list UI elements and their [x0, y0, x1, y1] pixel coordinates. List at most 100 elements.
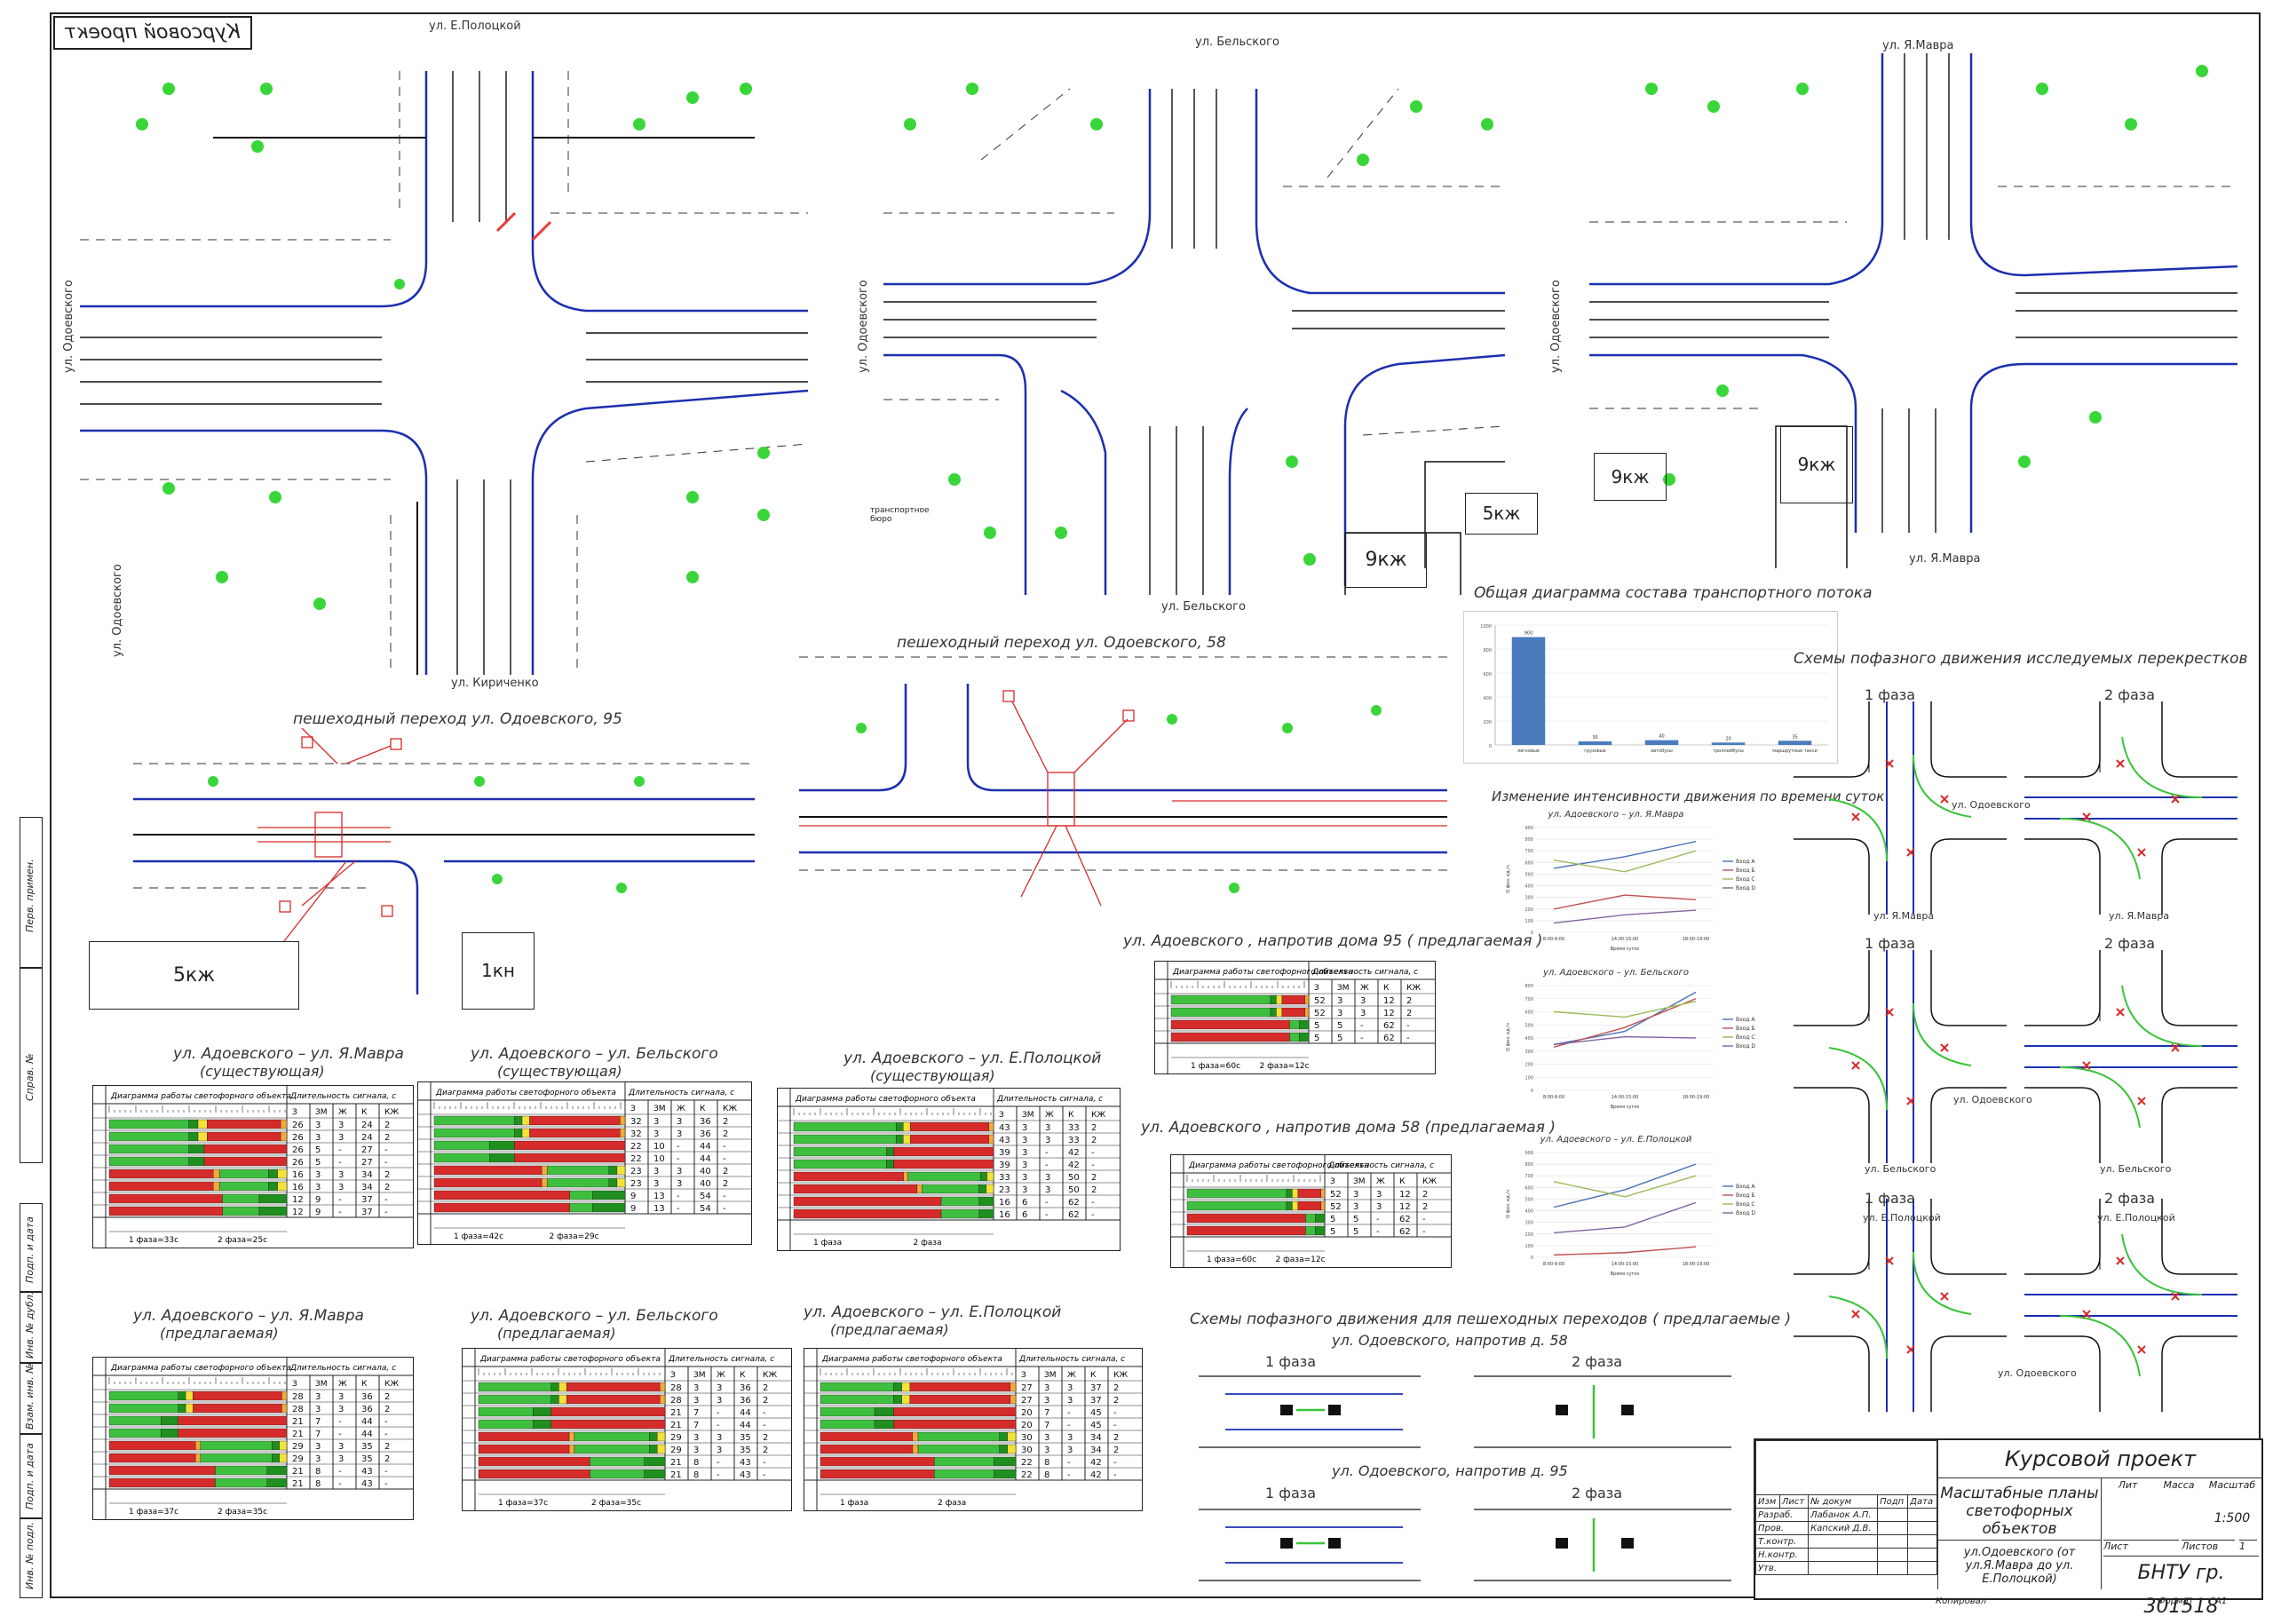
svg-text:3: 3	[1337, 996, 1342, 1006]
svg-text:-: -	[338, 1145, 342, 1155]
svg-text:2: 2	[1113, 1446, 1119, 1455]
svg-text:13: 13	[653, 1204, 665, 1214]
svg-text:62: 62	[1383, 1034, 1395, 1043]
svg-text:36: 36	[740, 1396, 751, 1406]
svg-text:300: 300	[1525, 1221, 1533, 1226]
svg-text:-: -	[1113, 1421, 1117, 1430]
ped-table-1: 52 3 3 12 2 52 3 3 12 2 5 5-62-5 5-62- Диаграмма рабо…	[1170, 1154, 1452, 1268]
svg-text:-: -	[717, 1458, 720, 1468]
svg-text:27: 27	[1021, 1383, 1033, 1393]
svg-text:62: 62	[1383, 1021, 1395, 1031]
stamp-org: БНТУ гр. 301518	[2103, 1556, 2259, 1618]
svg-text:45: 45	[1090, 1421, 1102, 1430]
svg-text:Длительность сигнала, с: Длительность сигнала, с	[996, 1095, 1103, 1104]
col-izm: Изм	[1755, 1494, 1780, 1509]
intersection-plan-belskogo	[883, 83, 1506, 595]
svg-text:2: 2	[1091, 1173, 1097, 1183]
svg-text:3: 3	[1022, 1148, 1027, 1158]
svg-text:2: 2	[1091, 1136, 1097, 1145]
svg-text:62: 62	[1068, 1198, 1080, 1208]
svg-text:К: К	[1383, 984, 1390, 993]
svg-text:500: 500	[1525, 1023, 1533, 1028]
legend-label: Вход D	[1736, 1210, 1755, 1216]
svg-text:3: 3	[315, 1170, 321, 1180]
svg-text:44: 44	[740, 1408, 751, 1418]
flow-chart-title: Общая диаграмма состава транспортного по…	[1474, 584, 1873, 602]
svg-text:3: 3	[315, 1183, 321, 1192]
line-series	[1553, 1246, 1697, 1256]
svg-text:-: -	[1406, 1034, 1410, 1043]
ped-schemes-sub-58: ул. Одоевского, напротив д. 58	[1332, 1332, 1568, 1349]
svg-text:2: 2	[1113, 1383, 1119, 1393]
svg-text:44: 44	[361, 1417, 373, 1427]
svg-text:-: -	[338, 1467, 342, 1477]
svg-text:37: 37	[361, 1208, 373, 1217]
svg-text:К: К	[1068, 1111, 1074, 1120]
svg-text:2 фаза=25с: 2 фаза=25с	[218, 1236, 267, 1245]
svg-text:5: 5	[1330, 1227, 1335, 1237]
phase-1-row-2: 1 фаза	[1865, 935, 1916, 952]
svg-text:5: 5	[1337, 1034, 1342, 1043]
svg-text:К: К	[361, 1380, 368, 1389]
svg-text:22: 22	[1021, 1458, 1033, 1468]
svg-text:Ж: Ж	[1376, 1177, 1385, 1186]
svg-text:-: -	[384, 1195, 388, 1205]
street-label-yamavra-north: ул. Я.Мавра	[1882, 39, 1954, 52]
svg-text:900: 900	[1525, 1151, 1533, 1156]
svg-text:35: 35	[740, 1433, 751, 1443]
svg-text:-: -	[1067, 1458, 1071, 1468]
svg-text:Длительность сигнала, с: Длительность сигнала, с	[668, 1355, 774, 1364]
svg-text:200: 200	[1483, 720, 1492, 725]
svg-text:200: 200	[1525, 1232, 1533, 1238]
svg-text:3: 3	[1360, 996, 1366, 1006]
svg-text:14:00-15:00: 14:00-15:00	[1612, 1262, 1639, 1267]
svg-text:-: -	[1067, 1470, 1071, 1480]
building-9kzh-yamavra-2: 9кж	[1780, 426, 1853, 503]
svg-text:43: 43	[740, 1470, 751, 1480]
svg-text:14:00-15:00: 14:00-15:00	[1612, 1095, 1639, 1100]
stamp-title: Курсовой проект	[1937, 1440, 2262, 1478]
svg-text:44: 44	[700, 1142, 711, 1152]
svg-text:3: 3	[315, 1442, 321, 1452]
street-phase-row-3-b: ул. Е.Полоцкой	[2097, 1212, 2175, 1224]
phase-schemes-title: Схемы пофазного движения исследуемых пер…	[1794, 650, 2248, 668]
svg-text:З: З	[1021, 1371, 1026, 1380]
svg-text:З: З	[1330, 1177, 1335, 1186]
svg-text:Q физ. ед./ч: Q физ. ед./ч	[1506, 1023, 1511, 1051]
svg-text:Q физ. ед./ч: Q физ. ед./ч	[1506, 1190, 1511, 1218]
svg-text:18:00-19:00: 18:00-19:00	[1683, 1262, 1710, 1267]
flow-bar-value: 40	[1659, 734, 1664, 740]
svg-text:-: -	[763, 1470, 766, 1480]
sig-subtitle-4: (предлагаемая)	[497, 1325, 616, 1342]
svg-text:200: 200	[1525, 1063, 1533, 1068]
svg-text:21: 21	[670, 1470, 682, 1480]
side-label-3: Подп. и дата	[24, 1216, 36, 1283]
svg-text:К: К	[361, 1108, 368, 1117]
flow-bar-label: троллейбусы	[1713, 748, 1744, 754]
svg-text:-: -	[677, 1192, 680, 1201]
col-podp: Подп	[1877, 1494, 1909, 1509]
svg-text:З: З	[630, 1105, 636, 1113]
svg-text:26: 26	[292, 1133, 304, 1143]
intensity-title: Изменение интенсивности движения по врем…	[1492, 788, 1885, 804]
svg-text:3: 3	[1022, 1173, 1027, 1183]
svg-text:7: 7	[315, 1417, 321, 1427]
svg-text:700: 700	[1525, 997, 1533, 1002]
svg-text:36: 36	[740, 1383, 751, 1393]
svg-text:22: 22	[1021, 1470, 1033, 1480]
svg-text:-: -	[723, 1204, 726, 1214]
svg-text:1 фаза=37с: 1 фаза=37с	[498, 1499, 548, 1508]
flow-chart: 0 200 400 600 800 1000 легковые 900 грузовые 30 ав…	[1463, 611, 1838, 764]
svg-text:-: -	[1376, 1227, 1380, 1237]
svg-text:З: З	[292, 1380, 297, 1389]
col-data: Дата	[1907, 1494, 1937, 1509]
svg-text:-: -	[338, 1195, 342, 1205]
svg-text:40: 40	[700, 1179, 711, 1189]
svg-text:-: -	[677, 1142, 680, 1152]
stamp-subject: Масштабные планы светофорных объектов	[1937, 1477, 2102, 1540]
svg-text:52: 52	[1330, 1190, 1342, 1200]
svg-text:-: -	[1360, 1034, 1364, 1043]
svg-text:3: 3	[338, 1183, 344, 1192]
svg-text:3: 3	[338, 1405, 344, 1414]
svg-text:3: 3	[717, 1383, 722, 1393]
